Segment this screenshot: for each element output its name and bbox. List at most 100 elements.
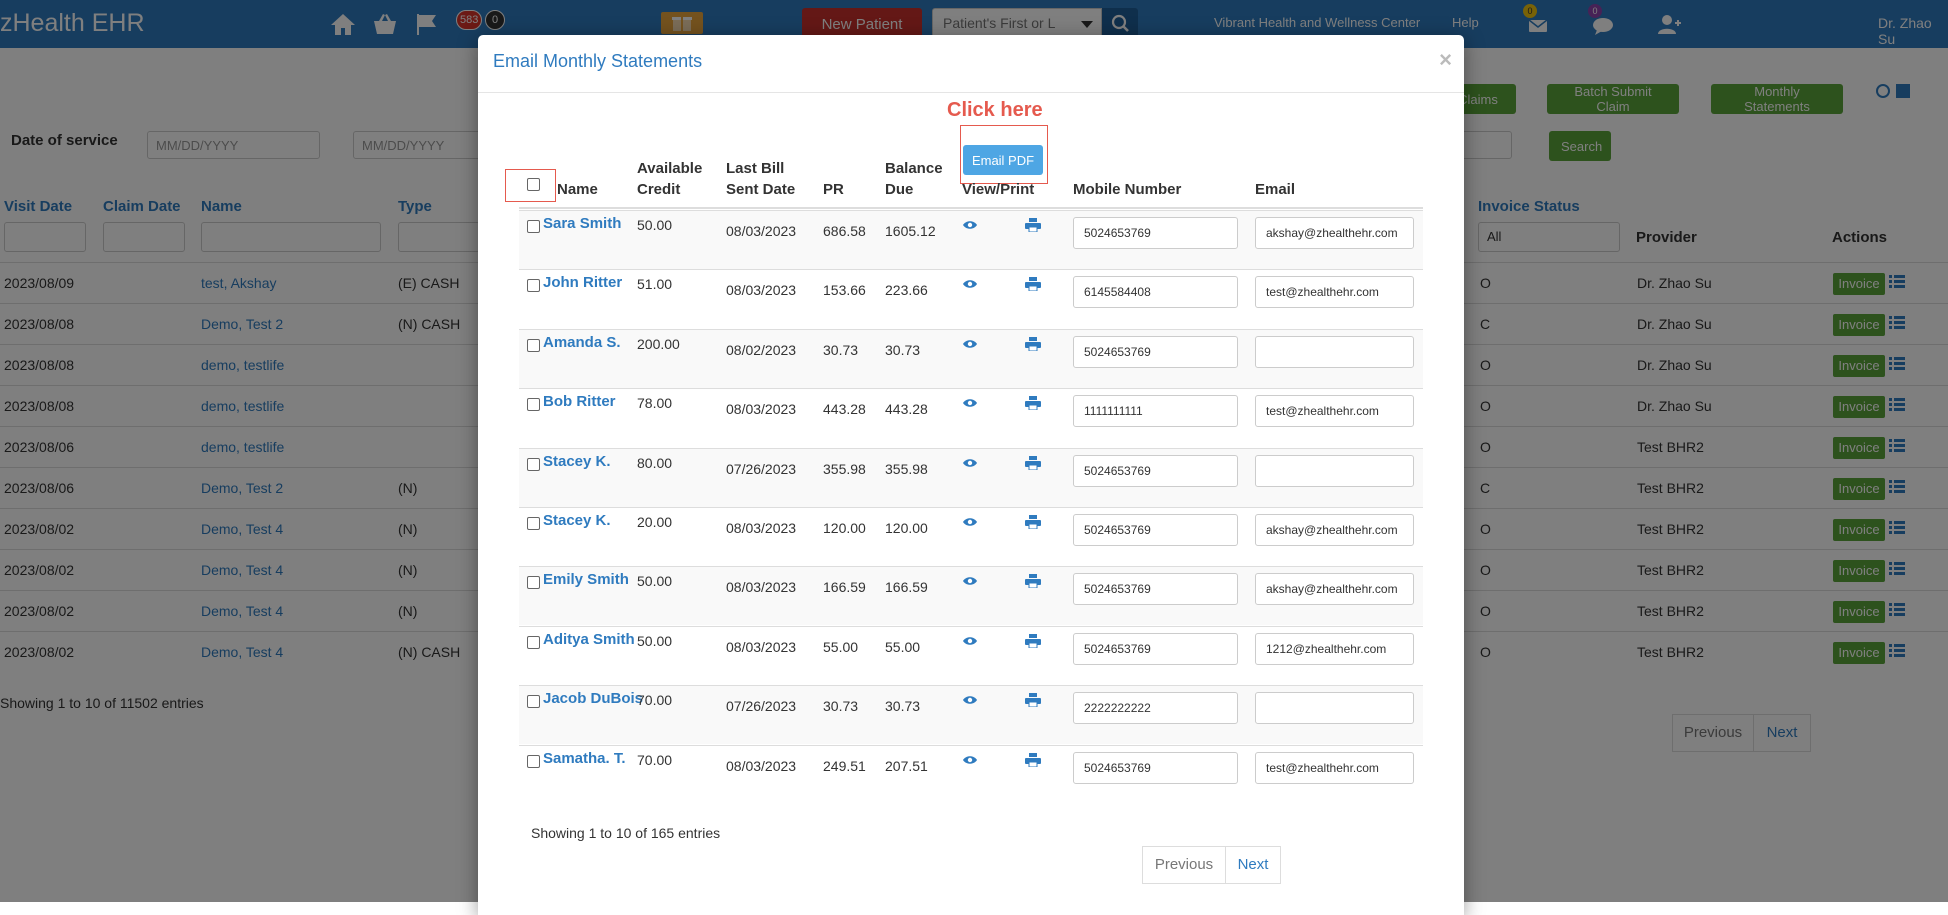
email-input[interactable] [1255, 455, 1414, 487]
th-last-bill-2: Sent Date [726, 181, 796, 198]
row-patient-name[interactable]: Emily Smith [543, 571, 629, 588]
row-balance-due: 355.98 [885, 461, 928, 477]
email-input[interactable]: test@zhealthehr.com [1255, 395, 1414, 427]
row-pr: 166.59 [823, 579, 866, 595]
row-pr: 30.73 [823, 342, 859, 358]
th-last-bill-1: Last Bill [726, 160, 785, 177]
eye-icon[interactable] [962, 396, 978, 410]
email-input[interactable]: test@zhealthehr.com [1255, 276, 1414, 308]
row-patient-name[interactable]: Bob Ritter [543, 393, 616, 410]
eye-icon[interactable] [962, 218, 978, 232]
row-available-credit: 50.00 [637, 217, 673, 233]
mobile-number-value: 5024653769 [1084, 464, 1151, 478]
row-checkbox[interactable] [527, 636, 540, 649]
th-pr: PR [823, 181, 844, 198]
eye-icon[interactable] [962, 277, 978, 291]
email-input[interactable] [1255, 692, 1414, 724]
mobile-number-input[interactable]: 5024653769 [1073, 573, 1238, 605]
row-balance-due: 207.51 [885, 758, 928, 774]
row-available-credit: 200.00 [637, 336, 680, 352]
row-checkbox[interactable] [527, 576, 540, 589]
row-checkbox[interactable] [527, 458, 540, 471]
mobile-number-input[interactable]: 5024653769 [1073, 633, 1238, 665]
print-icon[interactable] [1025, 456, 1041, 471]
eye-icon[interactable] [962, 515, 978, 529]
eye-icon[interactable] [962, 337, 978, 351]
email-input[interactable]: akshay@zhealthehr.com [1255, 514, 1414, 546]
email-input[interactable]: akshay@zhealthehr.com [1255, 217, 1414, 249]
row-checkbox[interactable] [527, 517, 540, 530]
row-balance-due: 30.73 [885, 698, 921, 714]
email-pdf-button[interactable]: Email PDF [963, 145, 1043, 175]
th-available-credit-2: Credit [637, 181, 681, 198]
print-icon[interactable] [1025, 574, 1041, 589]
row-checkbox[interactable] [527, 755, 540, 768]
row-checkbox[interactable] [527, 695, 540, 708]
modal-next-button[interactable]: Next [1225, 846, 1281, 884]
email-value: test@zhealthehr.com [1266, 285, 1379, 299]
th-view-print: View/Print [962, 181, 1035, 198]
mobile-number-value: 5024653769 [1084, 226, 1151, 240]
row-last-bill-date: 08/03/2023 [726, 223, 797, 239]
row-patient-name[interactable]: Samatha. T. [543, 750, 626, 767]
row-pr: 30.73 [823, 698, 859, 714]
mobile-number-input[interactable]: 2222222222 [1073, 692, 1238, 724]
row-patient-name[interactable]: Stacey K. [543, 512, 611, 529]
mobile-number-input[interactable]: 5024653769 [1073, 336, 1238, 368]
row-patient-name[interactable]: Jacob DuBois [543, 690, 643, 707]
modal-prev-button[interactable]: Previous [1142, 846, 1226, 884]
mobile-number-value: 6145584408 [1084, 285, 1151, 299]
print-icon[interactable] [1025, 634, 1041, 649]
eye-icon[interactable] [962, 753, 978, 767]
mobile-number-value: 5024653769 [1084, 582, 1151, 596]
print-icon[interactable] [1025, 693, 1041, 708]
row-balance-due: 166.59 [885, 579, 928, 595]
eye-icon[interactable] [962, 456, 978, 470]
close-icon[interactable]: × [1439, 47, 1452, 73]
row-checkbox[interactable] [527, 279, 540, 292]
print-icon[interactable] [1025, 218, 1041, 233]
email-input[interactable]: test@zhealthehr.com [1255, 752, 1414, 784]
email-input[interactable]: 1212@zhealthehr.com [1255, 633, 1414, 665]
row-last-bill-date: 07/26/2023 [726, 698, 797, 714]
row-checkbox[interactable] [527, 339, 540, 352]
email-input[interactable]: akshay@zhealthehr.com [1255, 573, 1414, 605]
th-email: Email [1255, 181, 1296, 198]
email-statements-modal: Email Monthly Statements × Click here Em… [478, 35, 1464, 915]
row-pr: 249.51 [823, 758, 866, 774]
select-all-checkbox[interactable] [527, 178, 540, 191]
mobile-number-input[interactable]: 6145584408 [1073, 276, 1238, 308]
email-input[interactable] [1255, 336, 1414, 368]
row-patient-name[interactable]: Amanda S. [543, 334, 621, 351]
th-name: Name [557, 181, 598, 198]
mobile-number-input[interactable]: 5024653769 [1073, 217, 1238, 249]
print-icon[interactable] [1025, 753, 1041, 768]
row-available-credit: 70.00 [637, 752, 673, 768]
row-patient-name[interactable]: Stacey K. [543, 453, 611, 470]
row-patient-name[interactable]: John Ritter [543, 274, 622, 291]
print-icon[interactable] [1025, 277, 1041, 292]
row-available-credit: 20.00 [637, 514, 673, 530]
modal-divider [478, 92, 1464, 93]
row-balance-due: 55.00 [885, 639, 921, 655]
mobile-number-input[interactable]: 5024653769 [1073, 514, 1238, 546]
print-icon[interactable] [1025, 396, 1041, 411]
eye-icon[interactable] [962, 634, 978, 648]
row-checkbox[interactable] [527, 220, 540, 233]
row-pr: 153.66 [823, 282, 866, 298]
email-value: akshay@zhealthehr.com [1266, 523, 1398, 537]
print-icon[interactable] [1025, 337, 1041, 352]
mobile-number-input[interactable]: 5024653769 [1073, 455, 1238, 487]
click-here-annotation: Click here [947, 99, 1043, 121]
row-balance-due: 1605.12 [885, 223, 936, 239]
eye-icon[interactable] [962, 693, 978, 707]
mobile-number-input[interactable]: 5024653769 [1073, 752, 1238, 784]
row-pr: 355.98 [823, 461, 866, 477]
row-patient-name[interactable]: Sara Smith [543, 215, 621, 232]
eye-icon[interactable] [962, 574, 978, 588]
row-checkbox[interactable] [527, 398, 540, 411]
print-icon[interactable] [1025, 515, 1041, 530]
mobile-number-value: 1111111111 [1084, 404, 1143, 418]
mobile-number-input[interactable]: 1111111111 [1073, 395, 1238, 427]
row-patient-name[interactable]: Aditya Smith [543, 631, 635, 648]
